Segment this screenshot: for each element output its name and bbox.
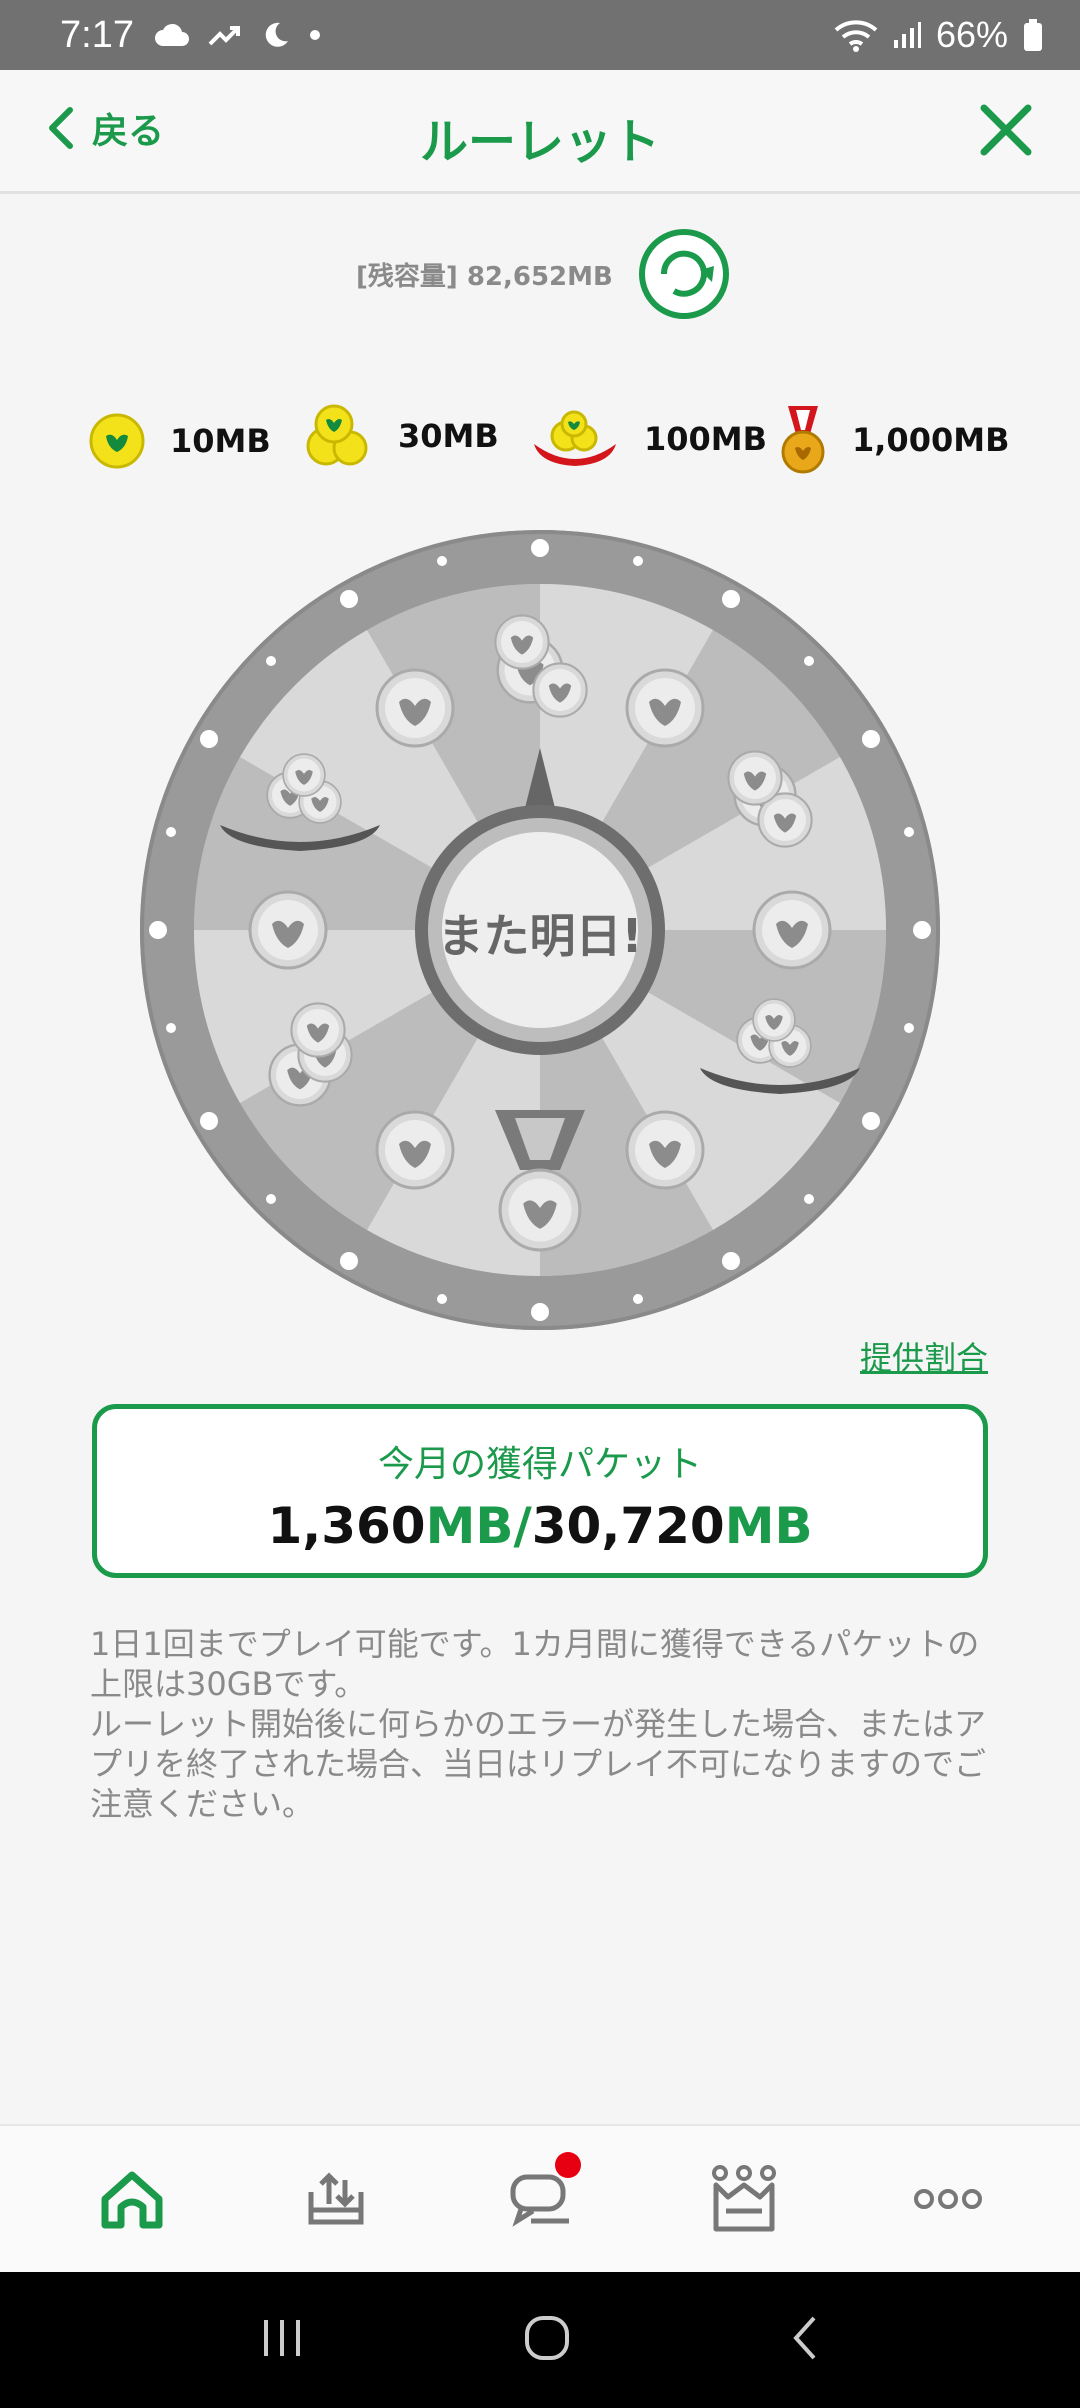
nav-more[interactable]	[893, 2144, 1003, 2254]
more-icon	[914, 2189, 982, 2209]
nav-data-gift[interactable]	[281, 2144, 391, 2254]
home-icon	[101, 2171, 163, 2229]
home-circle-icon	[524, 2316, 569, 2360]
close-button[interactable]	[976, 100, 1036, 164]
wheel-prize-coin	[752, 890, 832, 970]
remaining-capacity: [残容量] 82,652MB	[356, 262, 613, 292]
coin-tray-icon	[534, 410, 616, 466]
status-notification-icons	[154, 20, 322, 50]
packet-earned-unit: MB	[425, 1497, 514, 1555]
notification-badge	[555, 2152, 581, 2178]
packet-earned: 1,360	[267, 1497, 426, 1555]
wifi-icon	[834, 20, 878, 52]
status-system-icons: 66%	[834, 14, 1044, 56]
dot-icon	[309, 30, 320, 40]
refresh-icon	[639, 229, 729, 319]
moon-icon	[265, 22, 288, 47]
nav-rank[interactable]	[689, 2144, 799, 2254]
cloud-icon	[154, 23, 189, 46]
legend-label: 100MB	[644, 420, 768, 458]
rate-link[interactable]: 提供割合	[860, 1333, 988, 1379]
home-system-button[interactable]	[523, 2314, 571, 2366]
bottom-nav	[0, 2124, 1080, 2272]
monthly-packet-box: 今月の獲得パケット 1,360MB/30,720MB	[92, 1404, 988, 1578]
packet-value: 1,360MB/30,720MB	[97, 1497, 983, 1555]
legend-item: 30MB	[302, 400, 499, 472]
wheel-center-label[interactable]: また明日!	[410, 900, 670, 966]
status-bar: 7:17 66%	[0, 0, 1080, 70]
legend-item: 1,000MB	[778, 404, 1009, 476]
packet-separator: /	[513, 1497, 532, 1555]
packet-limit: 30,720	[531, 1497, 725, 1555]
app-header: 戻る ルーレット	[0, 70, 1080, 194]
legend-label: 10MB	[170, 422, 271, 460]
nav-home[interactable]	[77, 2144, 187, 2254]
legend-label: 30MB	[398, 417, 499, 455]
prize-legend: 10MB 30MB 100MB 1,000MB	[0, 400, 1080, 490]
notes-line: ルーレット開始後に何らかのエラーが発生した場合、またはアプリを終了された場合、当…	[90, 1705, 987, 1823]
wheel-prize-coin	[375, 1110, 455, 1190]
crown-icon	[712, 2165, 776, 2232]
chat-icon	[510, 2174, 569, 2227]
close-icon	[980, 104, 1032, 156]
nav-chat[interactable]	[485, 2144, 595, 2254]
battery-icon	[1024, 19, 1042, 51]
packet-label: 今月の獲得パケット	[377, 1444, 702, 1485]
legend-label: 1,000MB	[852, 421, 1010, 459]
wheel-prize-coin	[625, 668, 705, 748]
back-arrow-icon	[793, 2316, 816, 2360]
data-transfer-icon	[308, 2172, 364, 2225]
page-title: ルーレット	[419, 114, 660, 170]
back-system-button[interactable]	[790, 2314, 820, 2366]
notes-line: 1日1回までプレイ可能です。1カ月間に獲得できるパケットの上限は30GBです。	[90, 1625, 980, 1703]
refresh-button[interactable]	[638, 228, 730, 324]
wheel-prize-coin	[625, 1110, 705, 1190]
recent-apps-button[interactable]	[260, 2318, 304, 2362]
gold-medal-icon	[781, 406, 825, 474]
coin-stack-icon	[306, 404, 368, 466]
battery-percent: 66%	[935, 14, 1008, 55]
notes: 1日1回までプレイ可能です。1カ月間に獲得できるパケットの上限は30GBです。 …	[90, 1624, 1000, 1824]
roulette-wheel: また明日!	[140, 530, 940, 1330]
recent-apps-icon	[263, 2320, 300, 2356]
system-nav-bar	[0, 2272, 1080, 2408]
legend-item: 10MB	[88, 412, 271, 470]
packet-limit-unit: MB	[724, 1497, 813, 1555]
legend-item: 100MB	[530, 404, 767, 474]
status-time: 7:17	[60, 13, 134, 56]
signal-icon	[893, 22, 921, 48]
trending-icon	[208, 26, 240, 46]
wheel-prize-coin	[248, 890, 328, 970]
wheel-prize-coin	[375, 668, 455, 748]
single-coin-icon	[89, 413, 145, 469]
